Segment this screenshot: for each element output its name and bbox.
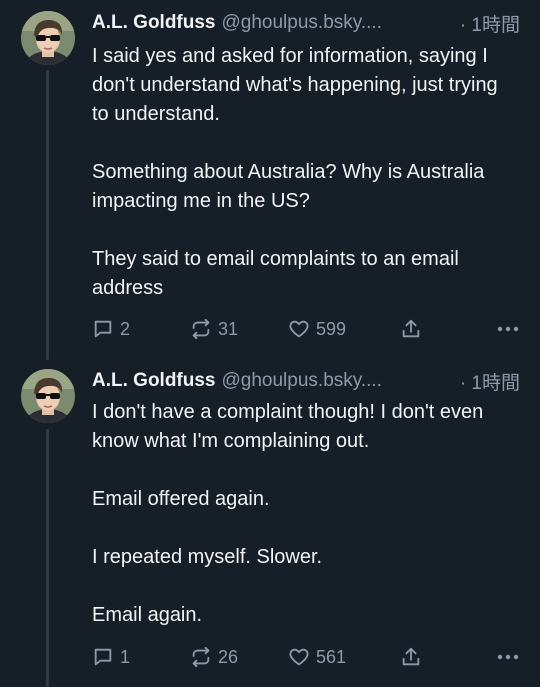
post-actions: 2 31 599 (92, 316, 520, 342)
thread-connector-line (46, 429, 49, 687)
more-options-button[interactable] (496, 653, 520, 661)
author-handle[interactable]: @ghoulpus.bsky.... (222, 12, 382, 34)
avatar[interactable] (21, 11, 75, 65)
repost-button[interactable]: 26 (190, 646, 288, 668)
like-count: 599 (316, 318, 347, 339)
like-count: 561 (316, 646, 347, 667)
share-icon (402, 319, 420, 338)
more-dots-icon (497, 654, 519, 660)
like-button[interactable]: 599 (288, 318, 400, 340)
avatar[interactable] (21, 369, 75, 423)
reply-button[interactable]: 2 (92, 318, 190, 340)
post-paragraph: Email offered again. (92, 488, 270, 510)
post-paragraph: I don't have a complaint though! I don't… (92, 401, 484, 452)
reply-button[interactable]: 1 (92, 646, 190, 668)
like-button[interactable]: 561 (288, 646, 400, 668)
author-handle[interactable]: @ghoulpus.bsky.... (222, 370, 382, 392)
post[interactable]: A.L. Goldfuss @ghoulpus.bsky.... · 1時間 I… (0, 355, 540, 687)
post-paragraph: I repeated myself. Slower. (92, 546, 323, 568)
post-paragraph: Email again. (92, 604, 203, 626)
post-paragraph: They said to email complaints to an emai… (92, 248, 459, 299)
thread-feed: A.L. Goldfuss @ghoulpus.bsky.... · 1時間 I… (0, 0, 540, 687)
speech-bubble-icon (94, 320, 112, 338)
reply-count: 1 (120, 646, 131, 667)
repost-count: 26 (218, 646, 239, 667)
repost-arrows-icon (192, 646, 210, 668)
post-body: I don't have a complaint though! I don't… (92, 398, 518, 630)
post-paragraph: Something about Australia? Why is Austra… (92, 161, 485, 212)
post-body: I said yes and asked for information, sa… (92, 42, 518, 303)
repost-count: 31 (218, 318, 239, 339)
post-actions: 1 26 561 (92, 644, 520, 670)
repost-arrows-icon (192, 318, 210, 340)
post-header: A.L. Goldfuss @ghoulpus.bsky.... · 1時間 (92, 368, 520, 394)
heart-icon (289, 648, 309, 666)
more-options-button[interactable] (496, 325, 520, 333)
post-timestamp[interactable]: · 1時間 (460, 10, 520, 37)
share-icon (402, 647, 420, 666)
thread-connector-line (46, 70, 49, 360)
author-name[interactable]: A.L. Goldfuss (92, 370, 216, 392)
share-button[interactable] (400, 318, 460, 340)
speech-bubble-icon (94, 648, 112, 666)
post[interactable]: A.L. Goldfuss @ghoulpus.bsky.... · 1時間 I… (0, 0, 540, 360)
heart-icon (289, 320, 309, 338)
post-paragraph: I said yes and asked for information, sa… (92, 45, 498, 125)
post-header: A.L. Goldfuss @ghoulpus.bsky.... · 1時間 (92, 10, 520, 36)
more-dots-icon (497, 326, 519, 332)
repost-button[interactable]: 31 (190, 318, 288, 340)
post-timestamp[interactable]: · 1時間 (460, 368, 520, 395)
author-name[interactable]: A.L. Goldfuss (92, 12, 216, 34)
reply-count: 2 (120, 318, 131, 339)
share-button[interactable] (400, 646, 460, 668)
